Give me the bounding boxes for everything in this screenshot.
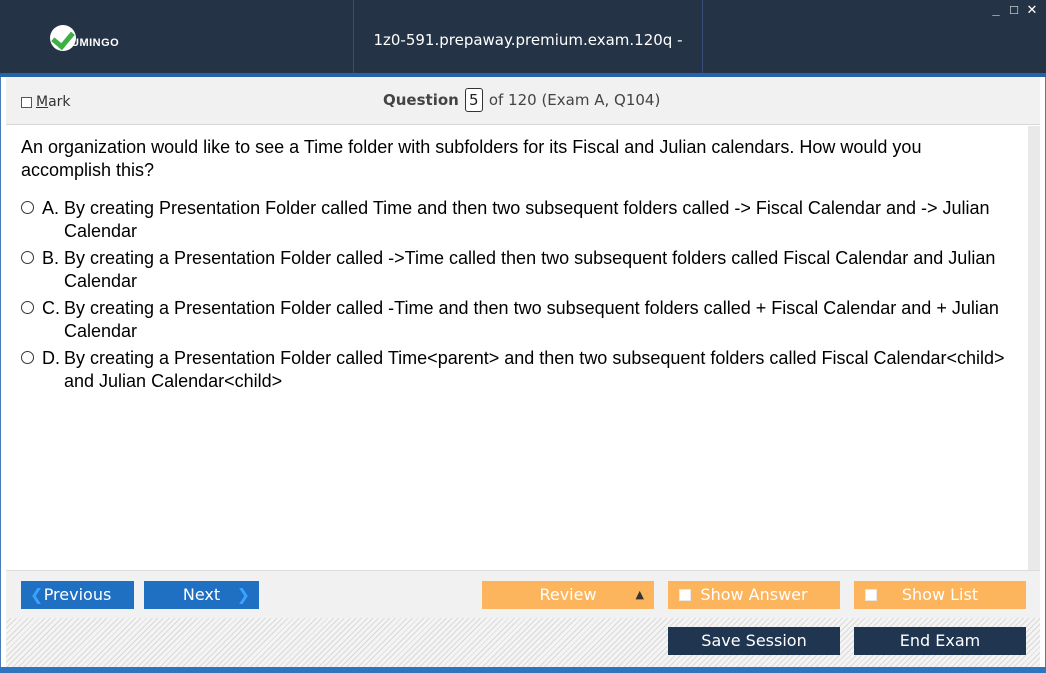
vumingo-logo: UMINGO: [50, 25, 140, 55]
radio-button[interactable]: [21, 301, 34, 314]
radio-button[interactable]: [21, 351, 34, 364]
question-of-text: of 120 (Exam A, Q104): [488, 91, 661, 109]
caret-up-icon: ▲: [635, 588, 644, 601]
option-text[interactable]: By creating a Presentation Folder called…: [64, 247, 1019, 293]
minimize-button[interactable]: _: [990, 3, 1002, 16]
maximize-button[interactable]: □: [1008, 3, 1020, 16]
option-text[interactable]: By creating a Presentation Folder called…: [64, 297, 1019, 343]
end-exam-button[interactable]: End Exam: [854, 627, 1026, 655]
show-list-button[interactable]: Show List: [854, 581, 1026, 609]
mark-label[interactable]: Mark: [36, 94, 71, 110]
next-label: Next: [182, 585, 221, 604]
option-letter: B.: [42, 248, 60, 268]
checkbox-icon[interactable]: [865, 589, 877, 601]
close-button[interactable]: ✕: [1026, 3, 1038, 16]
chevron-right-icon: ❯: [236, 585, 250, 604]
question-header: Mark Question 5 of 120 (Exam A, Q104): [6, 77, 1040, 125]
option-a[interactable]: A. By creating Presentation Folder calle…: [21, 197, 1021, 247]
show-answer-label: Show Answer: [700, 585, 808, 604]
logo-text: UMINGO: [71, 37, 120, 49]
review-button[interactable]: Review ▲: [482, 581, 654, 609]
option-b[interactable]: B. By creating a Presentation Folder cal…: [21, 247, 1021, 297]
next-button[interactable]: Next ❯: [144, 581, 259, 609]
option-letter: A.: [42, 198, 60, 218]
option-letter: D.: [42, 348, 60, 368]
option-c[interactable]: C. By creating a Presentation Folder cal…: [21, 297, 1021, 347]
question-label: Question: [383, 91, 459, 109]
option-text[interactable]: By creating Presentation Folder called T…: [64, 197, 1019, 243]
previous-button[interactable]: ❮ Previous: [21, 581, 134, 609]
session-bar: Save Session End Exam: [6, 618, 1040, 667]
answer-options: A. By creating Presentation Folder calle…: [21, 197, 1021, 397]
question-content: An organization would like to see a Time…: [6, 126, 1028, 673]
chevron-left-icon: ❮: [30, 585, 44, 604]
vertical-scrollbar[interactable]: [1028, 126, 1040, 570]
window-title: 1z0-591.prepaway.premium.exam.120q - Exa…: [373, 31, 683, 129]
radio-button[interactable]: [21, 251, 34, 264]
window-controls: _ □ ✕: [990, 3, 1038, 16]
save-session-button[interactable]: Save Session: [668, 627, 840, 655]
show-list-label: Show List: [901, 585, 979, 604]
radio-button[interactable]: [21, 201, 34, 214]
previous-label: Previous: [43, 585, 112, 604]
checkbox-icon[interactable]: [21, 96, 32, 108]
question-number-input[interactable]: 5: [464, 88, 483, 112]
option-letter: C.: [42, 298, 60, 318]
question-counter: Question 5 of 120 (Exam A, Q104): [383, 88, 660, 112]
checkbox-icon[interactable]: [679, 589, 691, 601]
option-d[interactable]: D. By creating a Presentation Folder cal…: [21, 347, 1021, 397]
title-bar: UMINGO 1z0-591.prepaway.premium.exam.120…: [0, 0, 1046, 129]
option-text[interactable]: By creating a Presentation Folder called…: [64, 347, 1019, 393]
bottom-accent-stripe: [0, 667, 1046, 673]
title-separator: [702, 0, 703, 73]
question-text: An organization would like to see a Time…: [21, 137, 922, 180]
show-answer-button[interactable]: Show Answer: [668, 581, 840, 609]
navigation-bar: ❮ Previous Next ❯ Review ▲ Show Answer S…: [6, 570, 1040, 618]
review-label: Review: [539, 585, 597, 604]
mark-checkbox[interactable]: Mark: [21, 94, 71, 110]
